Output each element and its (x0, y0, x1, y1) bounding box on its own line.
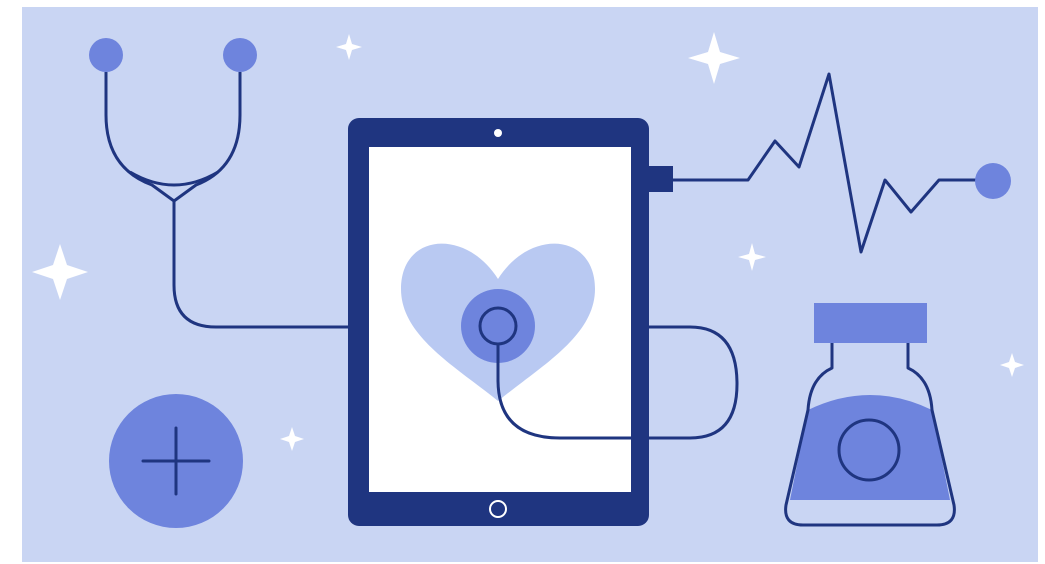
telemedicine-illustration (22, 7, 1038, 562)
plus-icon (109, 394, 243, 528)
tablet-camera (494, 129, 502, 137)
bottle-cap (814, 303, 927, 343)
stethoscope-earpiece-right (223, 38, 257, 72)
heartbeat-endpoint (975, 163, 1011, 199)
stethoscope-earpiece-left (89, 38, 123, 72)
bottle-liquid (790, 395, 950, 500)
tablet-connector (648, 166, 673, 192)
illustration-stage (0, 0, 1045, 564)
